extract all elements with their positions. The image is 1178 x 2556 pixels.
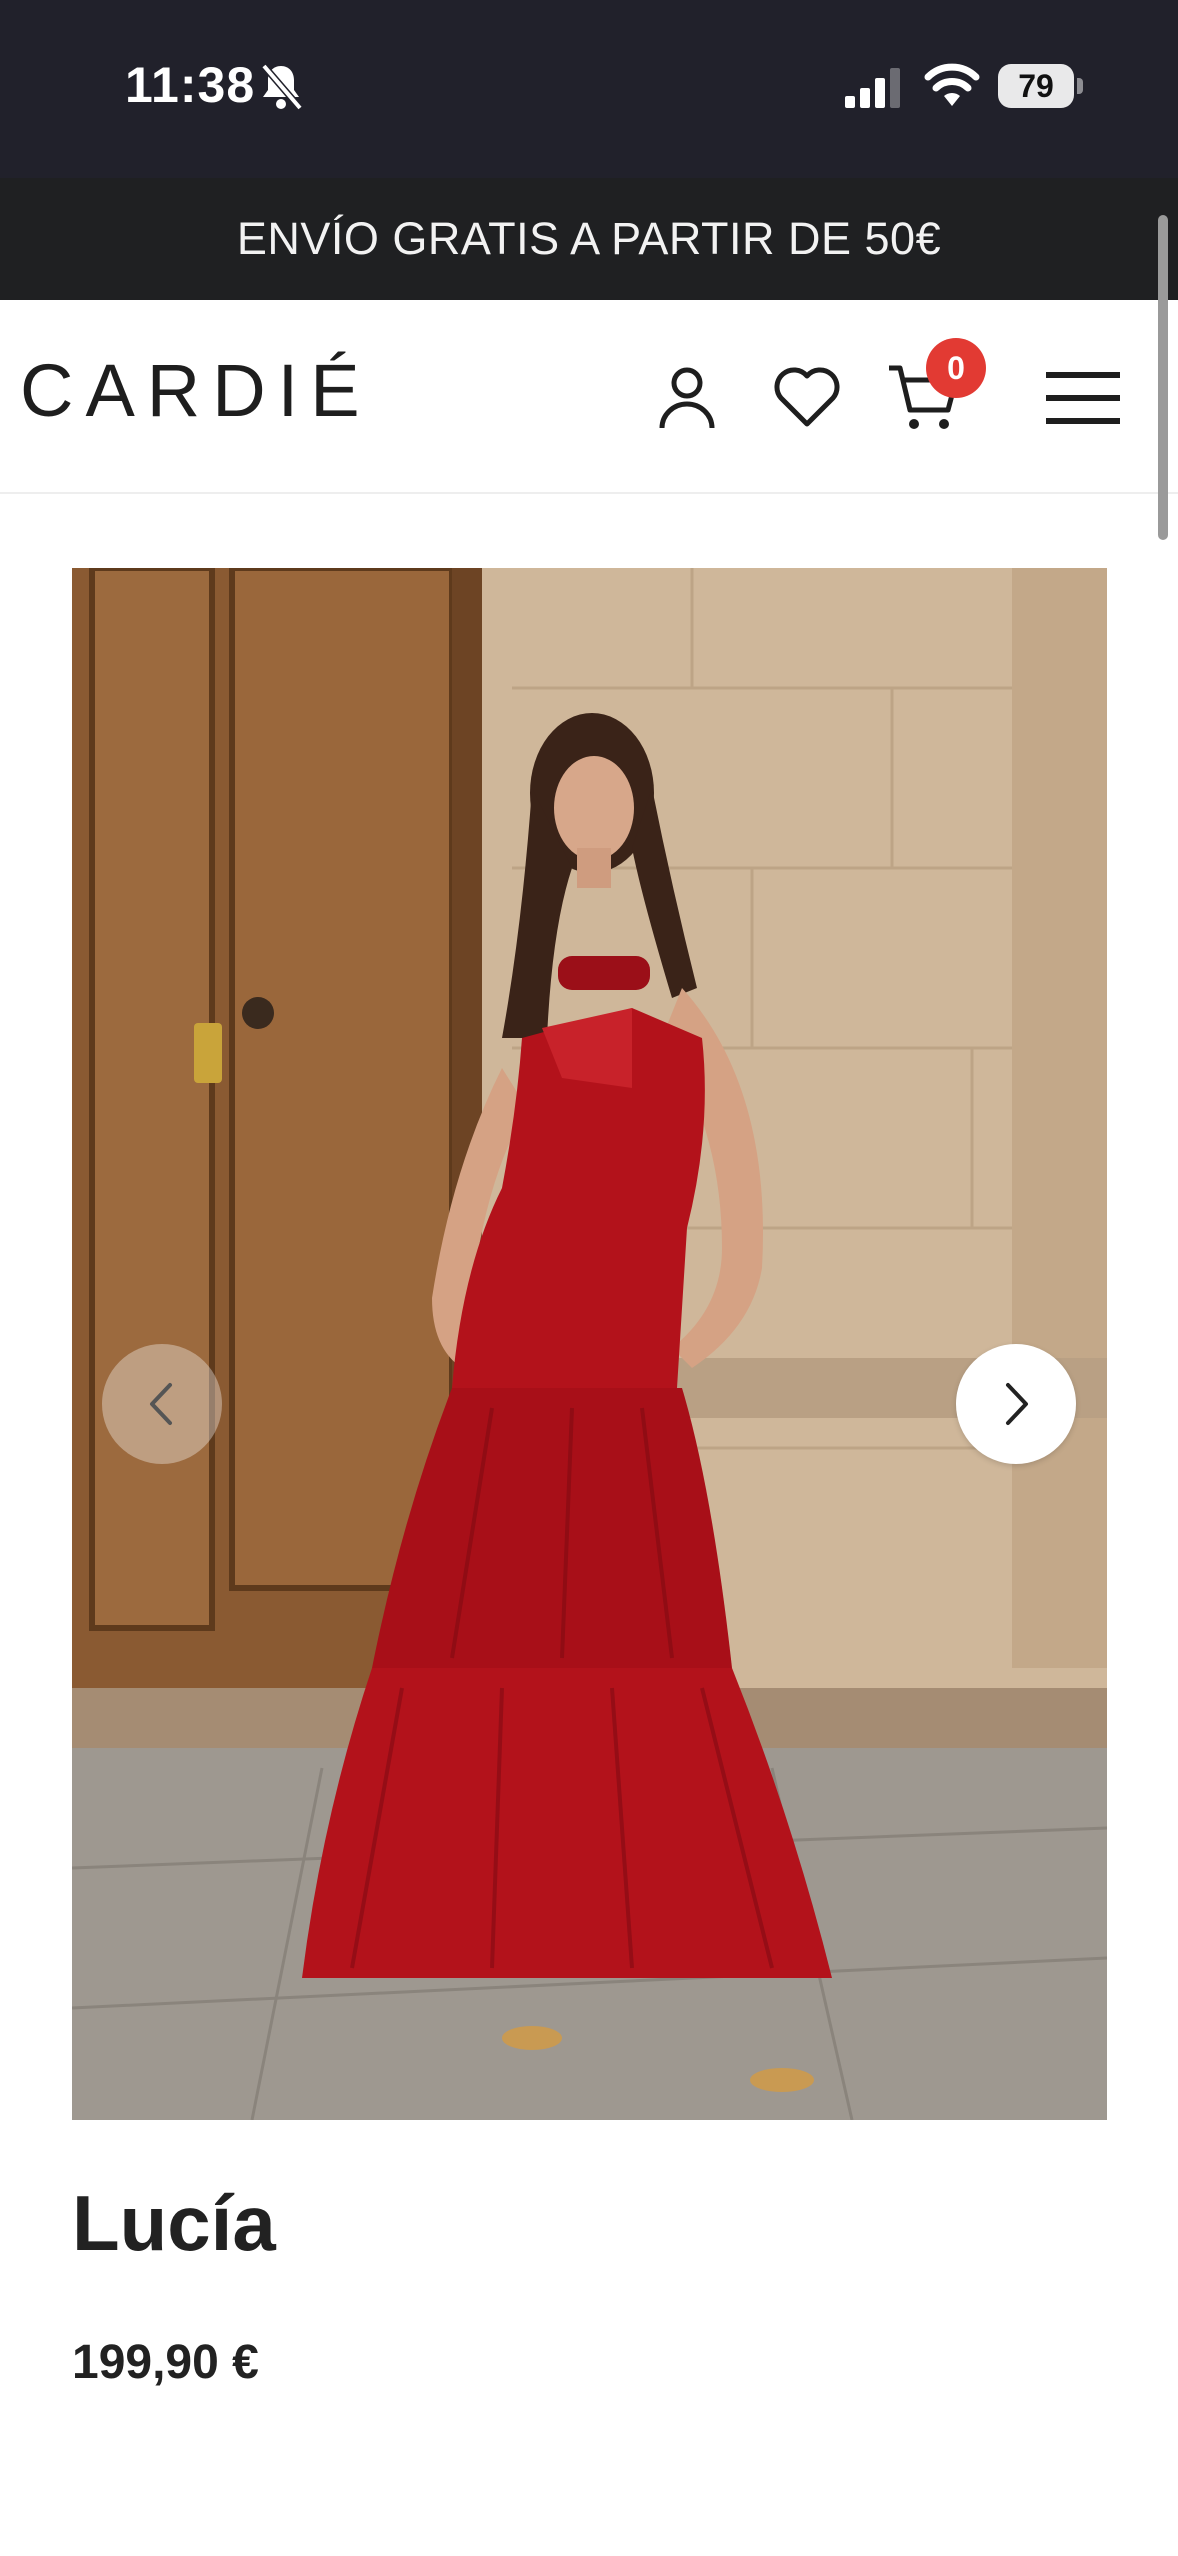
brand-logo[interactable]: CARDIÉ [20, 348, 372, 433]
site-header: CARDIÉ [0, 300, 1178, 494]
cart-count-badge: 0 [926, 338, 986, 398]
product-image-gallery[interactable] [72, 568, 1107, 2120]
product-photo [72, 568, 1107, 2120]
account-icon[interactable] [652, 362, 722, 432]
chevron-right-icon [1006, 1383, 1028, 1425]
product-price: 199,90 € [72, 2336, 259, 2389]
gallery-next-button[interactable] [956, 1344, 1076, 1464]
wifi-icon [924, 63, 980, 106]
status-time: 11:38 [125, 57, 256, 113]
page-scrollbar[interactable] [1158, 215, 1168, 540]
battery-icon: 79 [998, 64, 1074, 108]
heart-icon[interactable] [772, 364, 842, 430]
bell-slash-icon [261, 63, 303, 111]
battery-cap [1077, 78, 1083, 94]
battery-level: 79 [1018, 68, 1054, 104]
chevron-left-icon [150, 1383, 172, 1425]
free-shipping-banner[interactable]: ENVÍO GRATIS A PARTIR DE 50€ [0, 178, 1178, 300]
product-title: Lucía [72, 2179, 276, 2267]
menu-icon[interactable] [1046, 368, 1120, 428]
gallery-prev-button[interactable] [102, 1344, 222, 1464]
cellular-signal-icon [845, 68, 900, 108]
status-bar: 11:38 79 [0, 0, 1178, 178]
